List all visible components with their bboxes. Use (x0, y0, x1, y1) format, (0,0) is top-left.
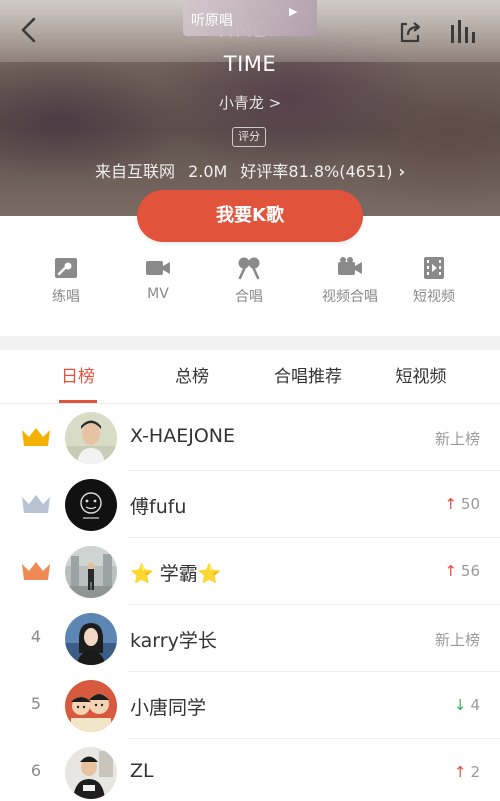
tab-total[interactable]: 总榜 (152, 350, 232, 404)
tab-daily[interactable]: 日榜 (38, 350, 118, 404)
arrow-down-icon: ↓ (453, 696, 467, 714)
active-tab-indicator (59, 400, 97, 403)
user-name: 学霸 (159, 563, 198, 585)
back-button[interactable] (14, 14, 46, 46)
rank-number: 6 (30, 761, 42, 780)
trend-value: 4 (470, 696, 480, 714)
arrow-up-icon: ↑ (453, 763, 467, 781)
duet-button[interactable]: 合唱 (199, 256, 299, 316)
duet-label: 合唱 (235, 289, 263, 305)
video-camera-icon (146, 261, 170, 275)
trend-label: 新上榜 (434, 631, 480, 649)
trend-label: 新上榜 (434, 430, 480, 448)
duet-mic-icon (238, 257, 260, 280)
gold-crown-icon (22, 428, 50, 446)
video-duet-icon (338, 257, 362, 275)
avatar[interactable] (65, 479, 117, 531)
singer-link[interactable]: 小青龙 > (0, 92, 500, 113)
mv-label: MV (147, 286, 169, 302)
play-icon: ▶ (289, 5, 298, 18)
original-song-button[interactable]: 听原唱 ▶ (183, 0, 317, 36)
user-name: 傅fufu (130, 496, 187, 518)
chevron-left-icon (21, 17, 36, 43)
song-hero-header: TIME 听原唱 ▶ TIME 小青龙 > (0, 0, 500, 216)
practice-icon (55, 258, 77, 278)
star-icon: ⭐ (130, 563, 154, 585)
ranking-row[interactable]: 傅fufu ↑ 50 (0, 471, 500, 538)
practice-button[interactable]: 练唱 (16, 256, 116, 316)
trend-value: 50 (460, 495, 480, 513)
avatar[interactable] (65, 747, 117, 799)
user-name: ZL (130, 760, 154, 782)
trend-value: 2 (470, 763, 480, 781)
arrow-up-icon: ↑ (444, 562, 457, 580)
share-button[interactable] (396, 18, 424, 46)
song-detail-page: TIME 听原唱 ▶ TIME 小青龙 > (0, 0, 500, 801)
equalizer-button[interactable] (448, 18, 478, 46)
section-divider (0, 336, 500, 350)
trend-indicator: ↓ 4 (454, 696, 480, 714)
arrow-up-icon: ↑ (444, 495, 457, 513)
trend-indicator: ↑ 2 (454, 763, 480, 781)
ranking-row[interactable]: ⭐ 学霸⭐ ↑ 56 (0, 538, 500, 605)
trend-indicator: ↑ 56 (444, 562, 480, 580)
short-video-icon (424, 257, 444, 279)
rank-number: 5 (30, 694, 42, 713)
trend-indicator: ↑ 50 (444, 495, 480, 513)
avatar[interactable] (65, 680, 117, 732)
practice-label: 练唱 (52, 289, 80, 305)
user-name: 小唐同学 (130, 697, 207, 719)
tab-duet-recommend[interactable]: 合唱推荐 (258, 350, 358, 404)
song-title: TIME (223, 52, 277, 76)
action-row: 练唱 MV 合唱 视频合唱 短视频 (0, 256, 500, 316)
chevron-right-icon: › (398, 162, 406, 181)
user-name: X-HAEJONE (130, 425, 235, 447)
star-icon: ⭐ (197, 563, 222, 585)
short-video-label: 短视频 (413, 289, 455, 305)
short-video-button[interactable]: 短视频 (384, 256, 484, 316)
equalizer-icon (451, 20, 475, 43)
bronze-crown-icon (22, 562, 50, 580)
ranking-row[interactable]: 5 小唐同学 ↓ 4 (0, 672, 500, 739)
song-rating: 好评率81.8%(4651) (240, 162, 393, 181)
tab-short-video[interactable]: 短视频 (380, 350, 462, 404)
song-size: 2.0M (188, 162, 228, 181)
ranking-tabs: 日榜 总榜 合唱推荐 短视频 (0, 350, 500, 404)
song-source: 来自互联网 (94, 162, 175, 181)
silver-crown-icon (22, 495, 50, 513)
rating-badge[interactable]: 评分 (232, 127, 266, 147)
ranking-row[interactable]: 4 karry学长 新上榜 (0, 605, 500, 672)
trend-value: 56 (460, 562, 480, 580)
avatar[interactable] (65, 546, 117, 598)
sing-karaoke-button[interactable]: 我要K歌 (137, 190, 363, 242)
avatar[interactable] (65, 613, 117, 665)
original-song-label: 听原唱 (191, 13, 233, 29)
mv-button[interactable]: MV (108, 256, 208, 316)
ranking-row[interactable]: 6 ZL ↑ 2 (0, 739, 500, 801)
user-name: karry学长 (130, 630, 217, 652)
user-name-with-stars: ⭐ 学霸⭐ (130, 559, 221, 586)
ranking-row[interactable]: X-HAEJONE 新上榜 (0, 404, 500, 471)
share-icon (400, 22, 421, 43)
avatar[interactable] (65, 412, 117, 464)
rank-number: 4 (30, 627, 42, 646)
song-meta-row[interactable]: 来自互联网 2.0M 好评率81.8%(4651) › (0, 158, 500, 182)
